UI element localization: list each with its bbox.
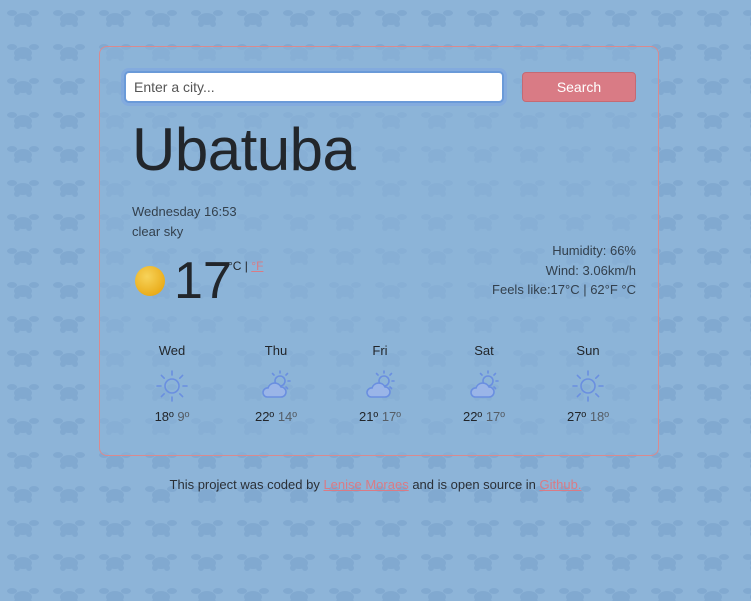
forecast-temps: 27º 18º [538, 409, 638, 424]
cloud-sun-outline-icon [262, 370, 291, 398]
forecast-temps: 22º 17º [434, 409, 534, 424]
forecast-day: Sun 27º 18º [538, 343, 638, 424]
city-search-input[interactable] [124, 71, 504, 103]
forecast-day-name: Wed [158, 343, 186, 358]
forecast-temps: 22º 14º [226, 409, 326, 424]
forecast-min: 9º [177, 409, 190, 424]
forecast-day: Sat 22º 17º [434, 343, 534, 424]
forecast-day-name: Thu [264, 343, 288, 358]
forecast-max: 18º [154, 409, 174, 424]
forecast-day: Wed 18º 9º [122, 343, 222, 424]
sun-outline-icon [572, 370, 604, 402]
author-link[interactable]: Lenise Moraes [323, 477, 408, 492]
forecast-day-name: Sat [474, 343, 494, 358]
forecast-max: 22º [462, 409, 483, 424]
current-datetime: Wednesday 16:53 [132, 204, 237, 219]
sun-icon [135, 266, 165, 296]
forecast-max: 22º [254, 409, 275, 424]
current-temperature: 17 [174, 252, 232, 310]
forecast-temps: 21º 17º [330, 409, 430, 424]
feels-like: Feels like:17°C | 62°F °C [492, 282, 636, 297]
forecast-day-name: Fri [372, 343, 388, 358]
forecast-max: 27º [566, 409, 587, 424]
cloud-sun-outline-icon [366, 370, 395, 398]
forecast-day-name: Sun [576, 343, 600, 358]
forecast-min: 17º [485, 409, 506, 424]
unit-separator: | [241, 259, 252, 273]
footer-text: This project was coded by [169, 477, 324, 492]
unit-toggle: °C | °F [228, 259, 263, 273]
weather-card: Search Ubatuba Wednesday 16:53 clear sky… [99, 46, 659, 456]
humidity: Humidity: 66% [552, 243, 636, 258]
forecast-min: 18º [589, 409, 610, 424]
weather-details: Humidity: 66% Wind: 3.06km/h Feels like:… [492, 241, 636, 300]
footer-text: and is open source in [408, 477, 540, 492]
github-link[interactable]: Github. [540, 477, 582, 492]
unit-celsius[interactable]: °C [228, 259, 241, 273]
city-name: Ubatuba [132, 116, 356, 183]
search-button[interactable]: Search [522, 72, 636, 102]
cloud-sun-outline-icon [470, 370, 499, 398]
sun-outline-icon [156, 370, 188, 402]
wind: Wind: 3.06km/h [545, 262, 636, 278]
forecast-min: 17º [381, 409, 402, 424]
forecast-day: Fri 21º 17º [330, 343, 430, 424]
unit-fahrenheit-link[interactable]: °F [251, 259, 263, 273]
forecast-min: 14º [277, 409, 298, 424]
forecast-temps: 18º 9º [122, 409, 222, 424]
forecast-day: Thu 22º 14º [226, 343, 326, 424]
forecast-row: Wed 18º 9º Thu 22º 14º Fri 21º 17º Sat 2… [122, 343, 638, 424]
forecast-max: 21º [358, 409, 379, 424]
weather-description: clear sky [132, 224, 184, 239]
footer: This project was coded by Lenise Moraes … [0, 477, 751, 492]
